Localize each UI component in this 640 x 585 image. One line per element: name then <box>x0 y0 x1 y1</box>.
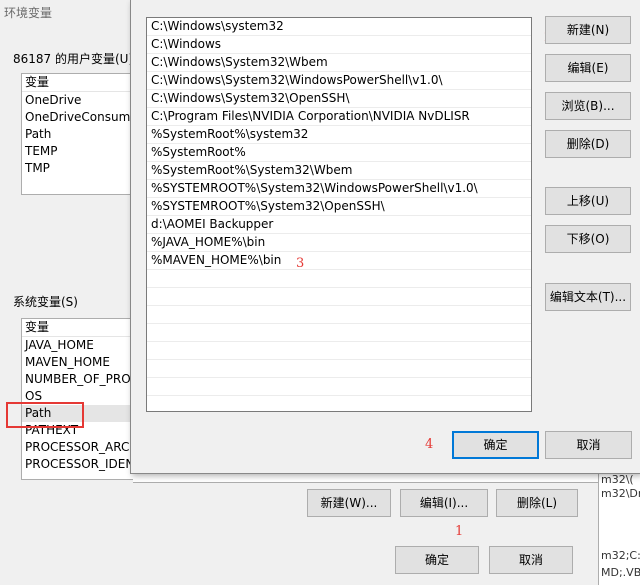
system-delete-button[interactable]: 删除(L) <box>496 489 578 517</box>
env-cancel-button[interactable]: 取消 <box>489 546 573 574</box>
path-browse-button[interactable]: 浏览(B)... <box>545 92 631 120</box>
edit-cancel-button[interactable]: 取消 <box>545 431 632 459</box>
path-entry-empty[interactable] <box>147 306 531 324</box>
user-var-row[interactable]: OneDrive <box>22 92 134 109</box>
path-entry-empty[interactable] <box>147 360 531 378</box>
system-var-row[interactable]: PROCESSOR_ARCH <box>22 439 134 456</box>
system-var-row[interactable]: JAVA_HOME <box>22 337 134 354</box>
path-move-down-button[interactable]: 下移(O) <box>545 225 631 253</box>
env-ok-button[interactable]: 确定 <box>395 546 479 574</box>
path-entry[interactable]: C:\Windows\System32\WindowsPowerShell\v1… <box>147 72 531 90</box>
path-entry-empty[interactable] <box>147 324 531 342</box>
path-entry[interactable]: C:\Windows <box>147 36 531 54</box>
path-entry[interactable]: %SystemRoot% <box>147 144 531 162</box>
path-entry[interactable]: C:\Program Files\NVIDIA Corporation\NVID… <box>147 108 531 126</box>
path-edit-text-button[interactable]: 编辑文本(T)... <box>545 283 631 311</box>
user-var-row[interactable]: OneDriveConsume <box>22 109 134 126</box>
path-entry-empty[interactable] <box>147 396 531 411</box>
path-entry[interactable]: %MAVEN_HOME%\bin <box>147 252 531 270</box>
path-entry-empty[interactable] <box>147 378 531 396</box>
system-vars-value-column <box>133 474 599 483</box>
path-entries-list[interactable]: C:\Windows\system32 C:\Windows C:\Window… <box>146 17 532 412</box>
system-var-row[interactable]: NUMBER_OF_PRO <box>22 371 134 388</box>
path-entry[interactable]: %JAVA_HOME%\bin <box>147 234 531 252</box>
system-vars-label: 系统变量(S) <box>13 295 78 309</box>
user-var-row[interactable]: TMP <box>22 160 134 177</box>
annotation-3: 3 <box>296 256 305 271</box>
user-var-row[interactable]: Path <box>22 126 134 143</box>
path-entry-empty[interactable] <box>147 288 531 306</box>
system-vars-list[interactable]: 变量 JAVA_HOME MAVEN_HOME NUMBER_OF_PRO OS… <box>21 318 135 480</box>
system-new-button[interactable]: 新建(W)... <box>307 489 391 517</box>
system-edit-button[interactable]: 编辑(I)... <box>400 489 488 517</box>
path-entry[interactable]: C:\Windows\System32\OpenSSH\ <box>147 90 531 108</box>
background-window: m32\( m32\Dr m32;C:\ MD;.VBS <box>598 473 640 585</box>
path-edit-button[interactable]: 编辑(E) <box>545 54 631 82</box>
path-entry[interactable]: %SystemRoot%\system32 <box>147 126 531 144</box>
annotation-4: 4 <box>425 437 434 452</box>
user-var-row[interactable]: TEMP <box>22 143 134 160</box>
path-entry[interactable]: %SYSTEMROOT%\System32\WindowsPowerShell\… <box>147 180 531 198</box>
path-new-button[interactable]: 新建(N) <box>545 16 631 44</box>
path-highlight-box <box>6 402 84 428</box>
user-vars-header[interactable]: 变量 <box>22 74 134 92</box>
path-entry-empty[interactable] <box>147 342 531 360</box>
path-entry[interactable]: d:\AOMEI Backupper <box>147 216 531 234</box>
path-entry[interactable]: %SYSTEMROOT%\System32\OpenSSH\ <box>147 198 531 216</box>
path-entry-empty[interactable] <box>147 270 531 288</box>
background-text: m32;C:\ <box>601 549 640 562</box>
path-entry[interactable]: C:\Windows\system32 <box>147 18 531 36</box>
system-var-row[interactable]: PROCESSOR_IDEN <box>22 456 134 473</box>
user-vars-label: 86187 的用户变量(U) <box>13 52 134 66</box>
background-text: MD;.VBS <box>601 566 640 579</box>
system-var-row[interactable]: MAVEN_HOME <box>22 354 134 371</box>
path-entry[interactable]: C:\Windows\System32\Wbem <box>147 54 531 72</box>
background-text: m32\( <box>601 473 634 486</box>
path-move-up-button[interactable]: 上移(U) <box>545 187 631 215</box>
background-text: m32\Dr <box>601 487 640 500</box>
edit-ok-button[interactable]: 确定 <box>452 431 539 459</box>
annotation-1: 1 <box>455 524 464 539</box>
user-vars-list[interactable]: 变量 OneDrive OneDriveConsume Path TEMP TM… <box>21 73 135 195</box>
path-entry[interactable]: %SystemRoot%\System32\Wbem <box>147 162 531 180</box>
path-delete-button[interactable]: 删除(D) <box>545 130 631 158</box>
system-vars-header[interactable]: 变量 <box>22 319 134 337</box>
window-title: 环境变量 <box>4 6 53 20</box>
